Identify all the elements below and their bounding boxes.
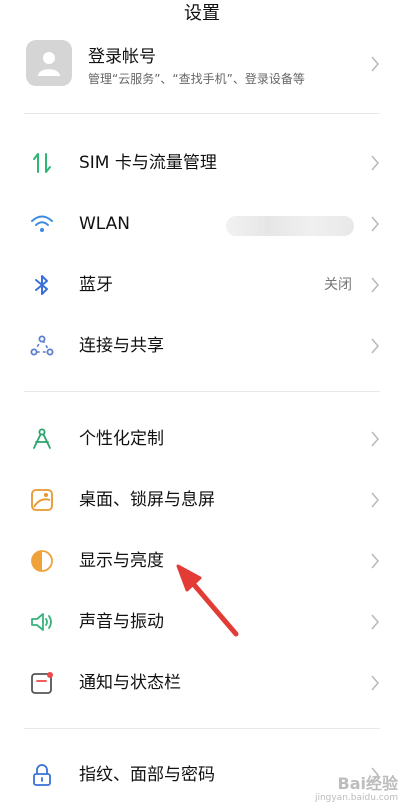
- wallpaper-icon: [31, 489, 53, 511]
- wifi-icon: [31, 215, 53, 232]
- chevron-right-icon: [371, 277, 380, 293]
- row-label: 声音与振动: [79, 612, 164, 632]
- sidebar-item-bluetooth[interactable]: 蓝牙 关闭: [0, 257, 404, 313]
- row-label: 蓝牙: [79, 275, 113, 295]
- lock-icon: [33, 764, 51, 786]
- account-login-row[interactable]: 登录帐号 管理“云服务”、“查找手机”、登录设备等: [0, 36, 404, 92]
- chevron-right-icon: [371, 553, 380, 569]
- chevron-right-icon: [371, 431, 380, 447]
- settings-screen: 设置 登录帐号 管理“云服务”、“查找手机”、登录设备等 SIM 卡与流量管理: [0, 0, 404, 809]
- sidebar-item-display-brightness[interactable]: 显示与亮度: [0, 533, 404, 589]
- speaker-icon: [31, 613, 52, 631]
- row-label: 指纹、面部与密码: [79, 765, 215, 785]
- account-title: 登录帐号: [88, 47, 156, 67]
- row-label: 桌面、锁屏与息屏: [79, 490, 215, 510]
- row-label: WLAN: [79, 214, 131, 234]
- section-divider: [24, 728, 380, 729]
- row-label: SIM 卡与流量管理: [79, 153, 217, 173]
- sidebar-item-home-lock-screen[interactable]: 桌面、锁屏与息屏: [0, 472, 404, 528]
- chevron-right-icon: [371, 338, 380, 354]
- watermark: Bai经验 jingyan.baidu.com: [314, 774, 398, 804]
- chevron-right-icon: [371, 56, 380, 72]
- chevron-right-icon: [371, 675, 380, 691]
- section-divider: [24, 391, 380, 392]
- user-icon: [38, 52, 60, 76]
- sidebar-item-wlan[interactable]: WLAN: [0, 196, 404, 252]
- bluetooth-status: 关闭: [324, 277, 352, 293]
- account-subtitle: 管理“云服务”、“查找手机”、登录设备等: [88, 72, 305, 86]
- sidebar-item-connection-share[interactable]: 连接与共享: [0, 318, 404, 374]
- avatar: [26, 40, 72, 86]
- brightness-icon: [31, 550, 53, 572]
- sidebar-item-sim-data[interactable]: SIM 卡与流量管理: [0, 135, 404, 191]
- chevron-right-icon: [371, 155, 380, 171]
- row-label: 通知与状态栏: [79, 673, 181, 693]
- row-label: 个性化定制: [79, 429, 164, 449]
- page-title: 设置: [184, 3, 220, 24]
- bluetooth-icon: [35, 275, 48, 295]
- section-divider: [24, 113, 380, 114]
- sidebar-item-sound-vibration[interactable]: 声音与振动: [0, 594, 404, 650]
- chevron-right-icon: [371, 216, 380, 232]
- wlan-network-name-blurred: [226, 216, 354, 236]
- compass-icon: [33, 428, 51, 449]
- sidebar-item-personalization[interactable]: 个性化定制: [0, 411, 404, 467]
- row-label: 显示与亮度: [79, 551, 164, 571]
- connection-share-icon: [30, 335, 54, 356]
- sim-data-icon: [33, 153, 51, 173]
- watermark-url: jingyan.baidu.com: [314, 793, 398, 803]
- chevron-right-icon: [371, 614, 380, 630]
- sidebar-item-notification-statusbar[interactable]: 通知与状态栏: [0, 655, 404, 711]
- notification-icon: [31, 672, 53, 694]
- watermark-brand: Bai经验: [337, 774, 398, 793]
- chevron-right-icon: [371, 492, 380, 508]
- row-label: 连接与共享: [79, 336, 164, 356]
